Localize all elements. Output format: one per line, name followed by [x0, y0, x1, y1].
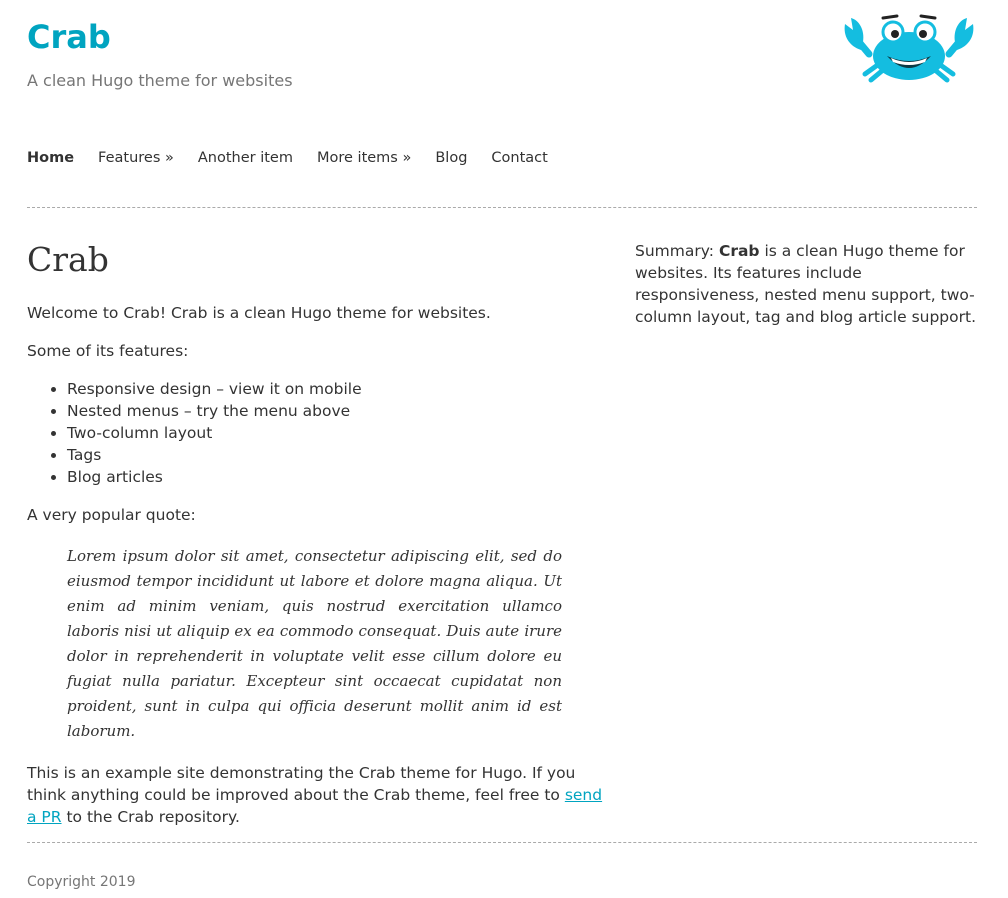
- nav-item-contact[interactable]: Contact: [491, 146, 547, 170]
- main-nav: Home Features » Another item More items …: [27, 146, 572, 170]
- nav-item-blog[interactable]: Blog: [435, 146, 467, 170]
- nav-item-more-items[interactable]: More items »: [317, 146, 411, 170]
- site-header: Crab A clean Hugo theme for websites: [27, 0, 977, 120]
- copyright-text: Copyright 2019: [27, 874, 136, 890]
- nav-item-another-item[interactable]: Another item: [198, 146, 293, 170]
- closing-text: This is an example site demonstrating th…: [27, 764, 576, 804]
- nav-item-features[interactable]: Features »: [98, 146, 174, 170]
- features-intro: Some of its features:: [27, 342, 189, 360]
- site-title[interactable]: Crab: [27, 16, 111, 58]
- list-item: Nested menus – try the menu above: [67, 400, 603, 422]
- closing-paragraph: This is an example site demonstrating th…: [27, 762, 603, 828]
- sidebar-summary: Summary: Crab is a clean Hugo theme for …: [635, 240, 980, 328]
- closing-text-end: to the Crab repository.: [61, 808, 240, 826]
- welcome-paragraph: Welcome to Crab! Crab is a clean Hugo th…: [27, 304, 491, 322]
- quote-intro: A very popular quote:: [27, 506, 196, 524]
- header-divider: [27, 207, 977, 208]
- blockquote: Lorem ipsum dolor sit amet, consectetur …: [67, 547, 562, 740]
- footer-divider: [27, 842, 977, 843]
- site-subtitle: A clean Hugo theme for websites: [27, 71, 293, 90]
- feature-list: Responsive design – view it on mobile Ne…: [27, 378, 603, 488]
- summary-label: Summary:: [635, 242, 719, 260]
- summary-bold: Crab: [718, 242, 760, 260]
- main-content: Crab Welcome to Crab! Crab is a clean Hu…: [27, 236, 603, 828]
- nav-item-home[interactable]: Home: [27, 146, 74, 170]
- list-item: Tags: [67, 444, 603, 466]
- footer: Copyright 2019: [27, 872, 136, 892]
- crab-mascot-icon[interactable]: [839, 12, 979, 84]
- list-item: Two-column layout: [67, 422, 603, 444]
- list-item: Responsive design – view it on mobile: [67, 378, 603, 400]
- list-item: Blog articles: [67, 466, 603, 488]
- page-title: Crab: [27, 240, 109, 279]
